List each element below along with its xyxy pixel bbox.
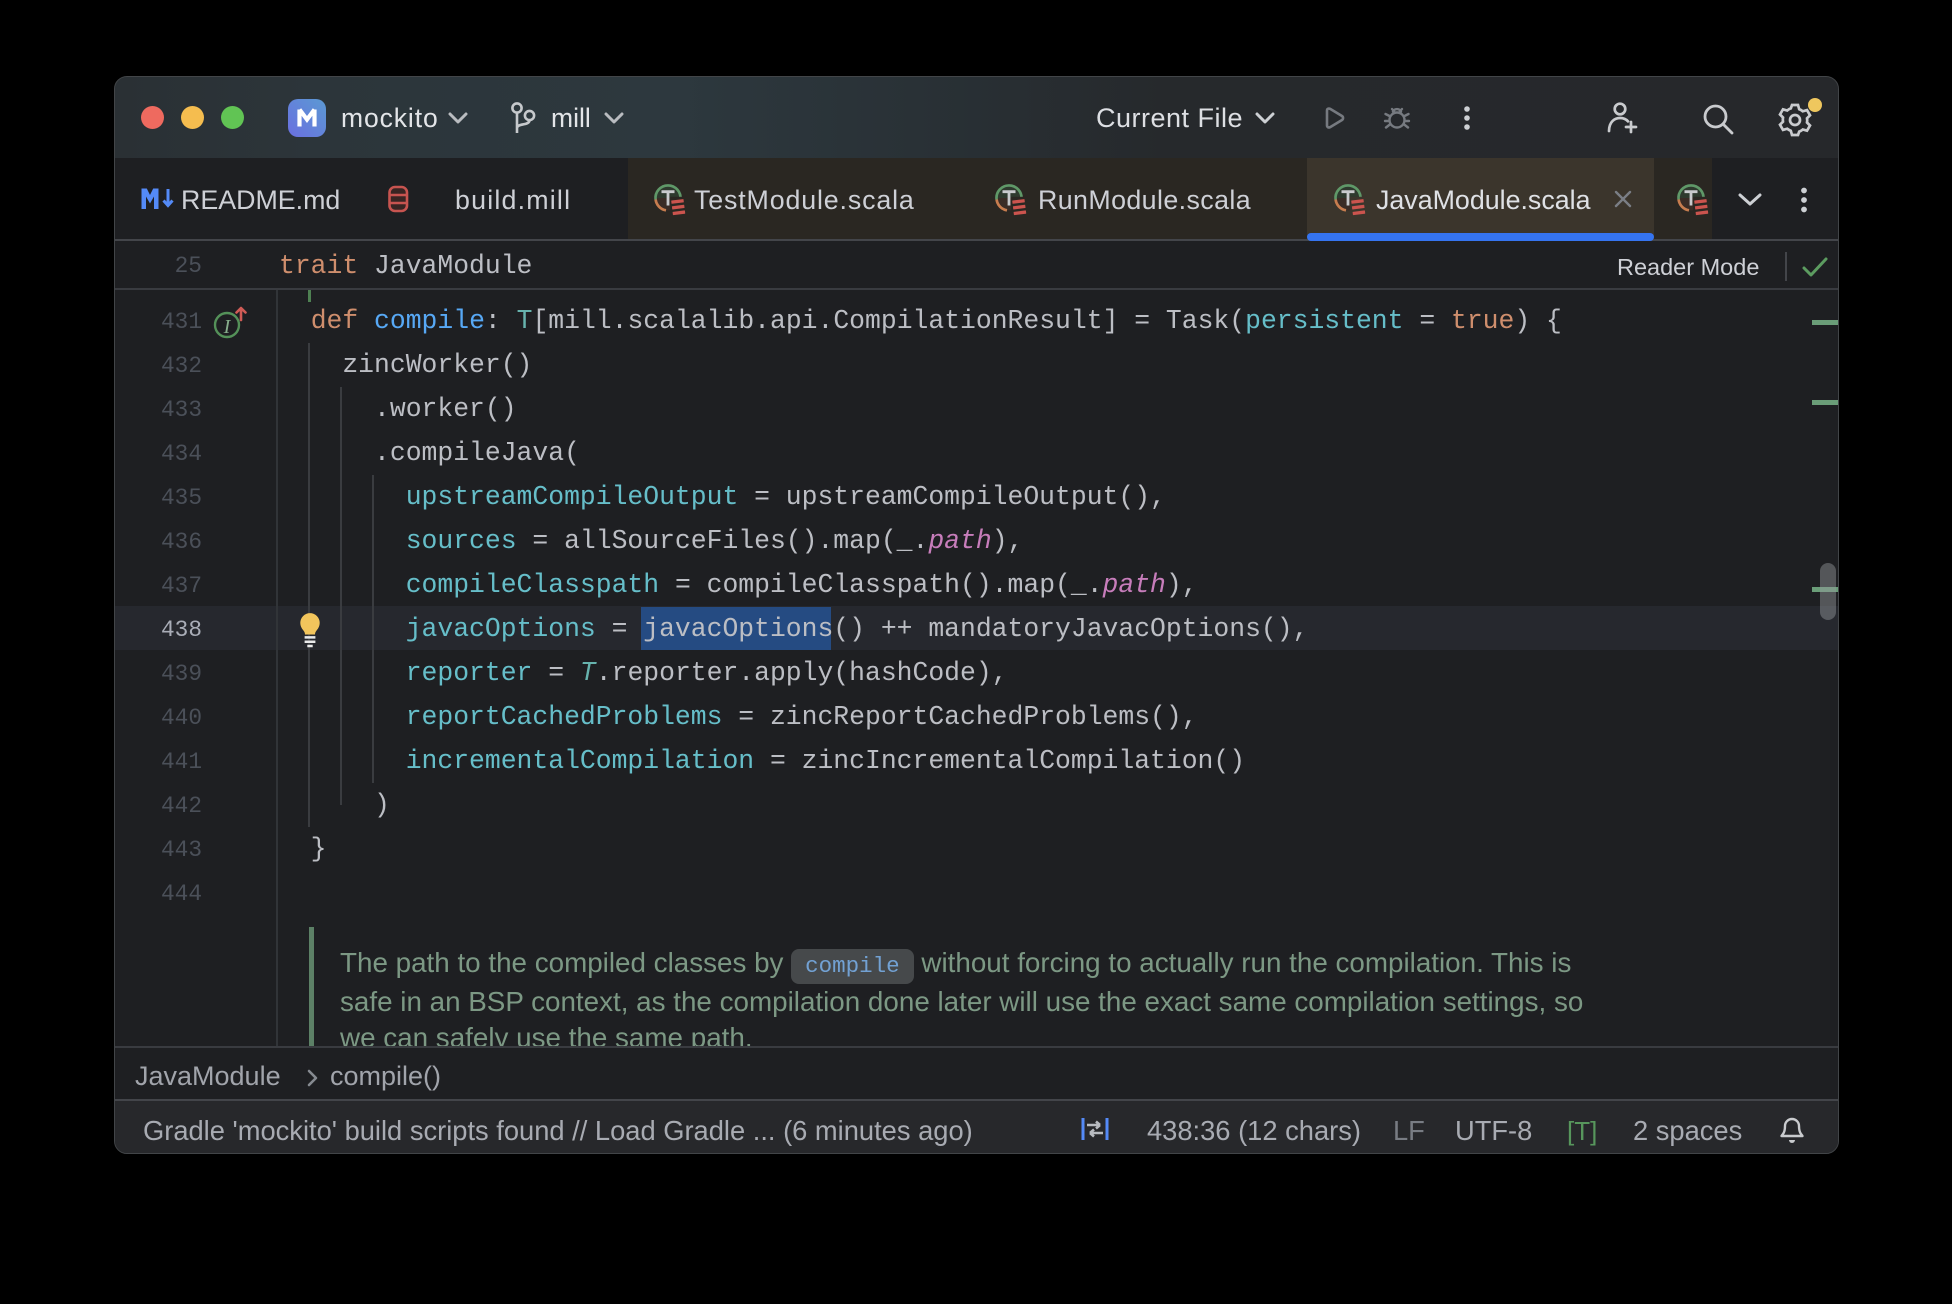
svg-text:I: I — [223, 316, 232, 338]
